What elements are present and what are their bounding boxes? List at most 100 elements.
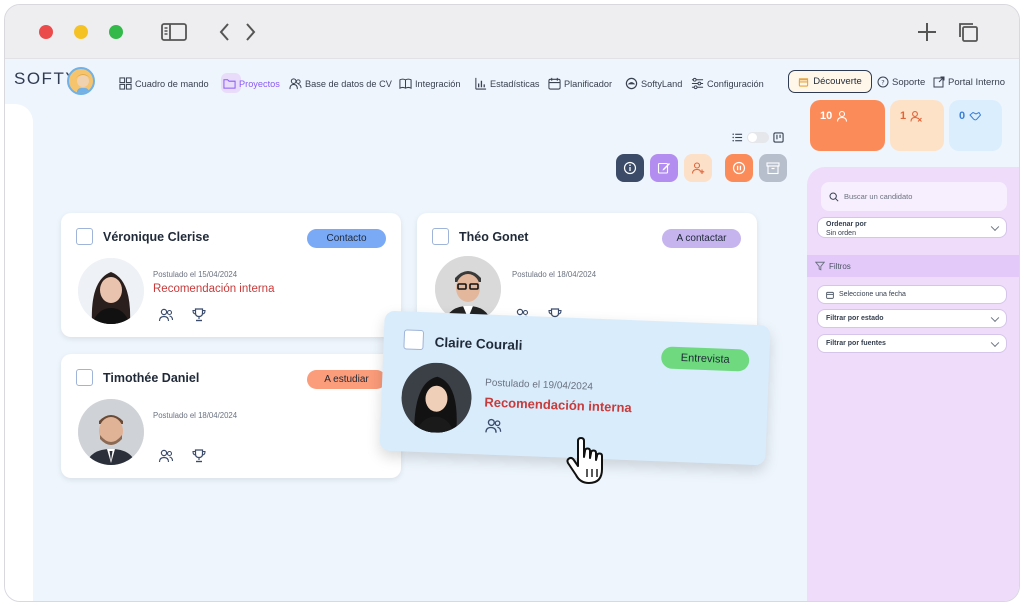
candidate-name: Claire Courali — [434, 334, 523, 353]
nav-projects[interactable]: Proyectos — [221, 73, 280, 93]
sidebar-icon[interactable] — [160, 20, 188, 44]
filter-icon — [815, 261, 825, 271]
dashboard-icon — [119, 77, 132, 90]
add-user-button[interactable] — [684, 154, 712, 182]
archive-button[interactable] — [759, 154, 787, 182]
list-view-icon[interactable] — [732, 132, 743, 143]
candidate-avatar — [78, 399, 144, 465]
status-badge[interactable]: A contactar — [662, 229, 741, 248]
gift-icon — [799, 78, 809, 87]
window-titlebar — [5, 5, 1019, 59]
calendar-icon — [548, 77, 561, 90]
nav-integration[interactable]: Integración — [399, 77, 460, 90]
filters-title: Filtros — [829, 261, 851, 271]
back-icon[interactable] — [213, 20, 237, 44]
forward-icon[interactable] — [238, 20, 262, 44]
mascot-icon — [75, 74, 91, 93]
portal-link[interactable]: Portal Interno — [933, 76, 1005, 88]
decouverte-label: Découverte — [813, 76, 862, 87]
search-placeholder: Buscar un candidato — [844, 192, 913, 201]
trophy-icon[interactable] — [191, 307, 207, 323]
filters-header: Filtros — [807, 255, 1019, 277]
candidate-name: Théo Gonet — [459, 230, 529, 244]
sources-filter-label: Filtrar por fuentes — [826, 340, 886, 347]
nav-planner[interactable]: Planificador — [548, 77, 612, 90]
team-icon[interactable] — [158, 307, 174, 323]
stat-value: 0 — [959, 110, 966, 122]
nav-label: Cuadro de mando — [135, 78, 209, 89]
candidate-card[interactable]: Timothée Daniel A estudiar Postulado el … — [61, 354, 401, 478]
portrait-icon — [78, 399, 144, 465]
edit-button[interactable] — [650, 154, 678, 182]
candidate-search-input[interactable]: Buscar un candidato — [821, 182, 1007, 211]
stat-candidates[interactable]: 10 — [810, 100, 885, 151]
nav-dashboard[interactable]: Cuadro de mando — [119, 77, 209, 90]
decouverte-button[interactable]: Découverte — [788, 70, 872, 93]
stat-rejected[interactable]: 1 — [890, 100, 944, 151]
posted-date: Postulado el 18/04/2024 — [512, 270, 597, 279]
minimize-window-button[interactable] — [74, 25, 88, 39]
sort-select[interactable]: Ordenar por Sin orden — [817, 217, 1007, 238]
left-panel — [5, 104, 33, 601]
calendar-icon — [826, 291, 834, 299]
browser-window: SOFTY Cuadro de mando Proyectos Base de … — [4, 4, 1020, 602]
team-icon[interactable] — [484, 417, 503, 436]
sources-filter-select[interactable]: Filtrar por fuentes — [817, 334, 1007, 353]
select-checkbox[interactable] — [76, 369, 93, 386]
candidate-name: Véronique Clerise — [103, 230, 210, 244]
nav-settings[interactable]: Configuración — [691, 77, 764, 90]
support-link[interactable]: ? Soporte — [877, 76, 925, 88]
sort-value: Sin orden — [826, 230, 856, 237]
tabs-overview-icon[interactable] — [956, 20, 980, 44]
candidate-card[interactable]: Véronique Clerise Contacto Postulado el … — [61, 213, 401, 337]
status-badge[interactable]: Contacto — [307, 229, 386, 248]
maximize-window-button[interactable] — [109, 25, 123, 39]
settings-icon — [691, 77, 704, 90]
softyland-icon — [625, 77, 638, 90]
close-window-button[interactable] — [39, 25, 53, 39]
add-user-icon — [691, 162, 705, 174]
view-switch[interactable] — [747, 132, 769, 143]
status-badge[interactable]: A estudiar — [307, 370, 386, 389]
pause-button[interactable] — [725, 154, 753, 182]
date-picker[interactable]: Seleccione una fecha — [817, 285, 1007, 304]
handshake-icon — [969, 111, 982, 121]
new-tab-icon[interactable] — [915, 20, 939, 44]
portrait-icon — [400, 361, 473, 435]
state-filter-select[interactable]: Filtrar por estado — [817, 309, 1007, 328]
board-view-icon[interactable] — [773, 132, 784, 143]
portal-label: Portal Interno — [948, 76, 1006, 88]
external-link-icon — [933, 76, 945, 88]
nav-softyland[interactable]: SoftyLand — [625, 77, 682, 90]
candidate-avatar — [400, 361, 473, 435]
hand-cursor-icon — [566, 437, 603, 484]
nav-label: Planificador — [564, 78, 613, 89]
chevron-down-icon — [990, 313, 1000, 322]
stat-value: 10 — [820, 110, 833, 122]
view-toggle[interactable] — [732, 132, 784, 143]
user-icon — [837, 110, 848, 122]
app-navbar: SOFTY Cuadro de mando Proyectos Base de … — [5, 60, 1019, 104]
select-checkbox[interactable] — [403, 329, 425, 351]
status-badge[interactable]: Entrevista — [660, 346, 750, 372]
nav-statistics[interactable]: Estadísticas — [474, 77, 540, 90]
select-checkbox[interactable] — [76, 228, 93, 245]
svg-text:?: ? — [881, 79, 884, 87]
info-button[interactable] — [616, 154, 644, 182]
candidate-name: Timothée Daniel — [103, 371, 200, 385]
team-icon[interactable] — [158, 448, 174, 464]
nav-label: Proyectos — [239, 78, 280, 89]
chevron-down-icon — [990, 338, 1000, 347]
users-icon — [289, 78, 302, 90]
nav-label: Base de datos de CV — [305, 78, 392, 89]
select-checkbox[interactable] — [432, 228, 449, 245]
help-chat-icon: ? — [877, 76, 889, 88]
candidate-avatar — [78, 258, 144, 324]
stat-hired[interactable]: 0 — [949, 100, 1002, 151]
trophy-icon[interactable] — [191, 448, 207, 464]
nav-cv-database[interactable]: Base de datos de CV — [289, 77, 392, 90]
date-placeholder: Seleccione una fecha — [839, 291, 906, 298]
nav-label: Configuración — [707, 78, 764, 89]
book-icon — [399, 78, 412, 89]
archive-icon — [766, 162, 780, 175]
